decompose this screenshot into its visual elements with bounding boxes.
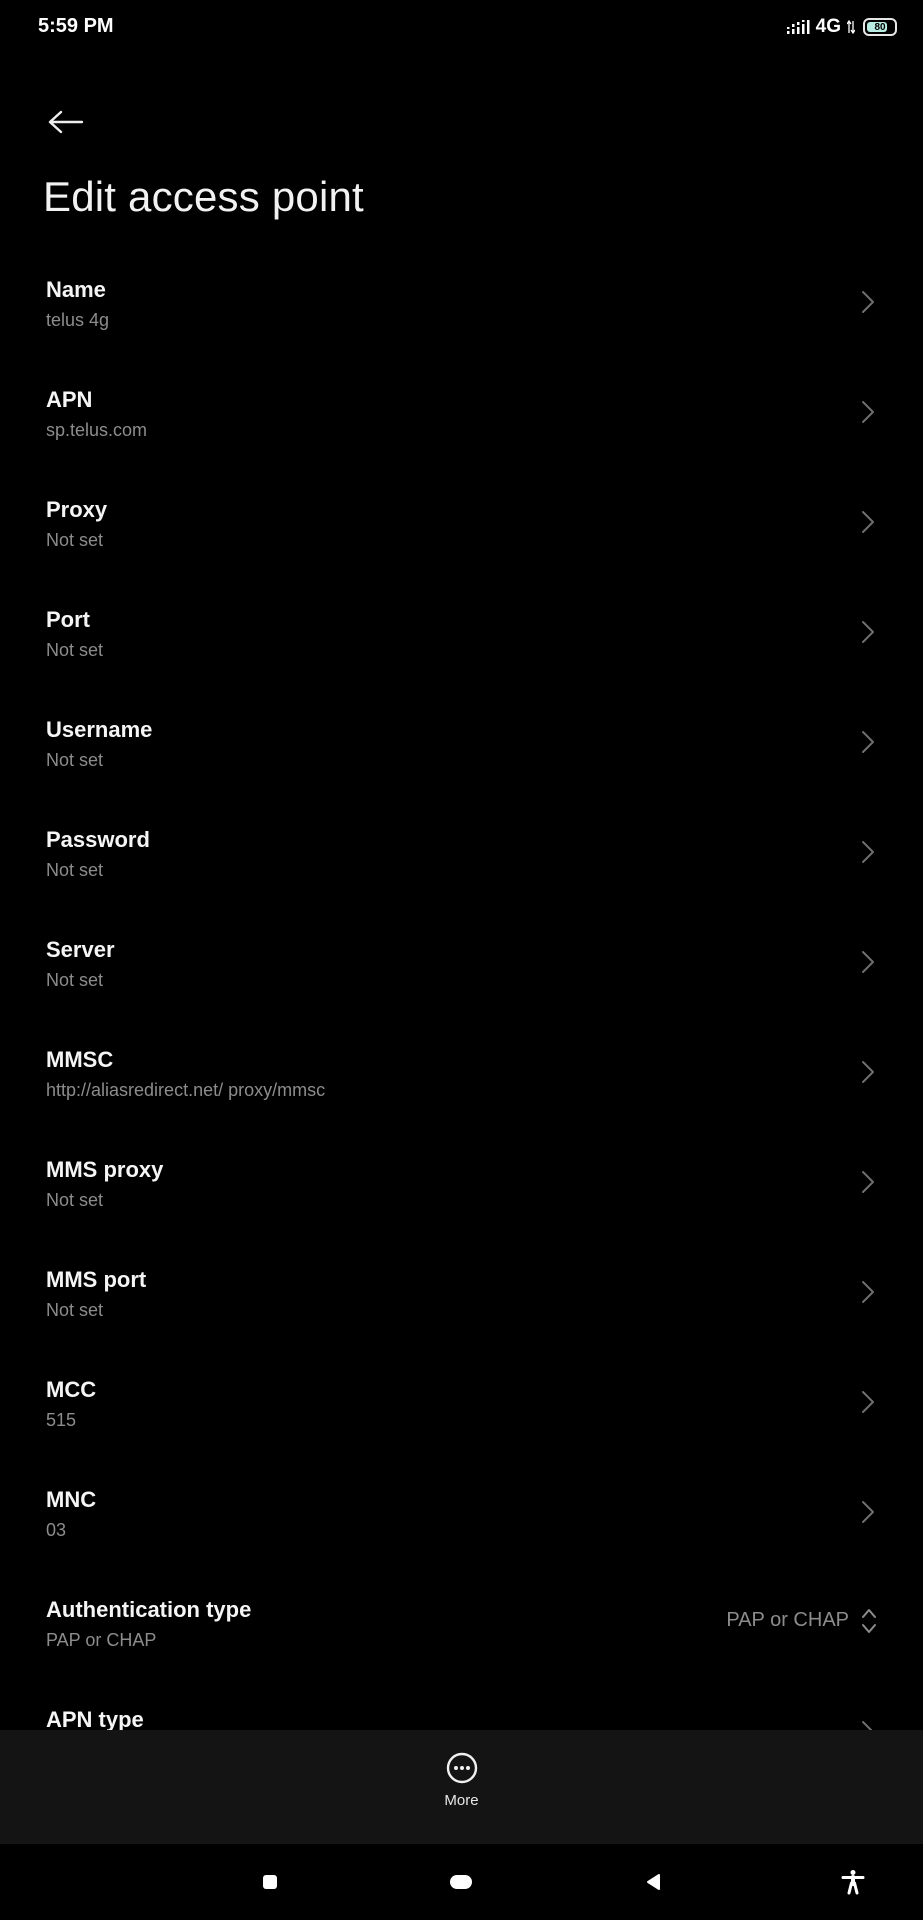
setting-row-port[interactable]: Port Not set — [0, 576, 923, 686]
setting-row-authentication-type[interactable]: Authentication type PAP or CHAP PAP or C… — [0, 1566, 923, 1676]
battery-percent: 80 — [874, 21, 886, 33]
setting-value: sp.telus.com — [46, 420, 148, 440]
data-activity-icon — [847, 19, 855, 35]
setting-value: 03 — [46, 1520, 67, 1540]
setting-row-mmsc[interactable]: MMSC http://aliasredirect.net/ proxy/mms… — [0, 1016, 923, 1126]
setting-value: Not set — [46, 970, 104, 990]
setting-value: Not set — [46, 640, 104, 660]
setting-value: Not set — [46, 1190, 104, 1210]
setting-value: Not set — [46, 860, 104, 880]
setting-row-password[interactable]: Password Not set — [0, 796, 923, 906]
battery-icon: 80 — [863, 18, 897, 36]
setting-title: Server — [46, 937, 115, 962]
setting-title: Password — [46, 827, 150, 852]
chevron-right-icon — [862, 621, 874, 643]
setting-row-apn[interactable]: APN sp.telus.com — [0, 356, 923, 466]
setting-title: Port — [46, 607, 90, 632]
chevron-right-icon — [862, 1061, 874, 1083]
chevron-up-down-icon[interactable] — [861, 1607, 877, 1635]
page-title: Edit access point — [43, 173, 364, 220]
setting-value: PAP or CHAP — [46, 1630, 157, 1650]
home-button[interactable] — [441, 1864, 481, 1900]
setting-title: MMSC — [46, 1047, 114, 1072]
chevron-right-icon — [862, 1501, 874, 1523]
system-navigation-bar — [0, 1844, 923, 1920]
setting-row-name[interactable]: Name telus 4g — [0, 246, 923, 356]
chevron-right-icon — [862, 1281, 874, 1303]
chevron-right-icon — [862, 291, 874, 313]
recents-square-icon — [263, 1875, 277, 1889]
setting-row-mms-port[interactable]: MMS port Not set — [0, 1236, 923, 1346]
setting-title: MCC — [46, 1377, 97, 1402]
setting-value: http://aliasredirect.net/ proxy/mmsc — [46, 1080, 326, 1100]
setting-title: MMS port — [46, 1267, 147, 1292]
more-button[interactable]: More — [417, 1752, 507, 1822]
setting-title: APN — [46, 387, 93, 412]
recents-button[interactable] — [250, 1864, 290, 1900]
back-button[interactable] — [42, 102, 90, 142]
setting-title: MNC — [46, 1487, 97, 1512]
bottom-action-bar: More — [0, 1730, 923, 1844]
setting-value: Not set — [46, 530, 104, 550]
status-icons: 4G 80 — [786, 16, 897, 38]
accessibility-icon — [841, 1870, 865, 1895]
setting-value: Not set — [46, 1300, 104, 1320]
setting-title: Authentication type — [46, 1597, 252, 1622]
setting-row-mms-proxy[interactable]: MMS proxy Not set — [0, 1126, 923, 1236]
setting-row-mcc[interactable]: MCC 515 — [0, 1346, 923, 1456]
setting-title: MMS proxy — [46, 1157, 164, 1182]
home-pill-icon — [450, 1875, 472, 1889]
setting-row-proxy[interactable]: Proxy Not set — [0, 466, 923, 576]
chevron-right-icon — [862, 1171, 874, 1193]
arrow-left-icon — [48, 110, 84, 134]
chevron-right-icon — [862, 511, 874, 533]
accessibility-button[interactable] — [833, 1864, 873, 1900]
chevron-right-icon — [862, 951, 874, 973]
chevron-right-icon — [862, 841, 874, 863]
status-bar: 5:59 PM 4G 80 — [0, 0, 923, 56]
setting-row-server[interactable]: Server Not set — [0, 906, 923, 1016]
setting-value: telus 4g — [46, 310, 110, 330]
setting-value: Not set — [46, 750, 104, 770]
setting-title: Proxy — [46, 497, 108, 522]
chevron-right-icon — [862, 1391, 874, 1413]
system-back-button[interactable] — [633, 1864, 673, 1900]
authentication-type-selector-value[interactable]: PAP or CHAP — [726, 1609, 849, 1632]
network-type-label: 4G — [815, 16, 841, 37]
chevron-right-icon — [862, 731, 874, 753]
signal-icon — [786, 20, 810, 34]
settings-list: Name telus 4g APN sp.telus.com Proxy Not… — [0, 246, 923, 1786]
more-horizontal-circle-icon — [446, 1752, 477, 1784]
setting-value: 515 — [46, 1410, 77, 1430]
setting-title: Name — [46, 277, 106, 302]
status-time: 5:59 PM — [38, 15, 114, 37]
more-label: More — [444, 1792, 479, 1809]
setting-title: Username — [46, 717, 153, 742]
setting-row-username[interactable]: Username Not set — [0, 686, 923, 796]
setting-row-mnc[interactable]: MNC 03 — [0, 1456, 923, 1566]
chevron-right-icon — [862, 401, 874, 423]
back-triangle-icon — [647, 1874, 660, 1890]
